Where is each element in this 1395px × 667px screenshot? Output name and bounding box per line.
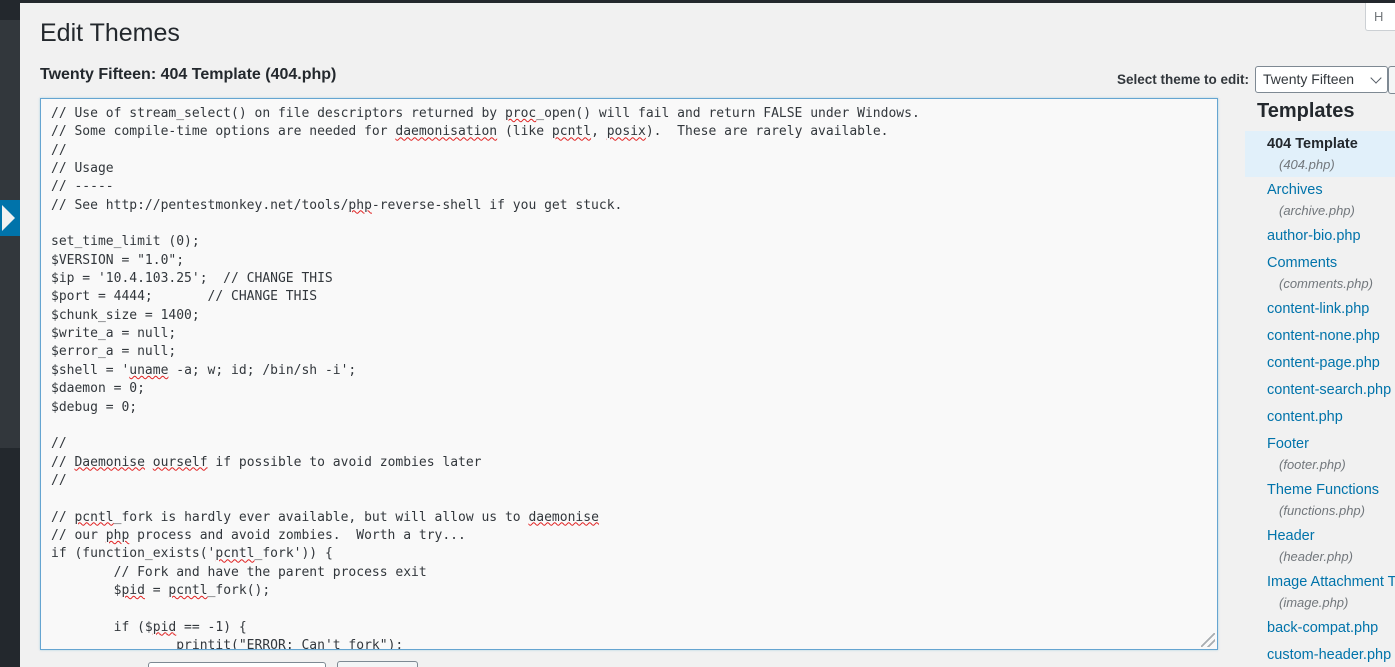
template-item-name[interactable]: custom-header.php: [1267, 645, 1391, 666]
template-item-name[interactable]: content-search.php: [1267, 380, 1391, 401]
file-editor-content: // Use of stream_select() on file descri…: [51, 106, 920, 650]
admin-rail-top-cap: [0, 0, 20, 20]
template-list-item[interactable]: Comments (comments.php): [1245, 250, 1395, 296]
theme-select-label: Select theme to edit:: [1117, 72, 1250, 87]
template-item-name[interactable]: content-link.php: [1267, 299, 1389, 320]
template-list-item[interactable]: Image Attachment Template (image.php): [1245, 569, 1395, 615]
theme-select-value: Twenty Fifteen: [1263, 71, 1355, 87]
templates-heading: Templates: [1257, 100, 1355, 122]
template-item-name[interactable]: Header: [1267, 526, 1389, 547]
theme-selector-group: Select theme to edit: Twenty Fifteen: [1117, 66, 1389, 93]
template-item-filename: (404.php): [1279, 157, 1335, 172]
admin-rail-lower-section: [0, 448, 20, 667]
template-item-name[interactable]: 404 Template: [1267, 134, 1389, 155]
documentation-lookup-input[interactable]: [148, 662, 326, 667]
template-list-item[interactable]: Theme Functions (functions.php): [1245, 477, 1395, 523]
template-item-name[interactable]: content-page.php: [1267, 353, 1389, 374]
page-title: Edit Themes: [40, 19, 180, 47]
template-list-item[interactable]: back-compat.php: [1245, 615, 1395, 642]
admin-bar: [0, 0, 1395, 3]
textarea-resize-handle[interactable]: [1201, 633, 1215, 647]
template-item-filename: (functions.php): [1279, 503, 1365, 518]
admin-rail-active-item[interactable]: [0, 200, 20, 236]
template-list-item[interactable]: content-link.php: [1245, 296, 1395, 323]
wordpress-theme-editor-screen: H Edit Themes Twenty Fifteen: 404 Templa…: [0, 0, 1395, 667]
template-list-item[interactable]: Archives (archive.php): [1245, 177, 1395, 223]
template-item-filename: (archive.php): [1279, 203, 1355, 218]
template-item-name[interactable]: content.php: [1267, 407, 1389, 428]
template-list-item[interactable]: Footer (footer.php): [1245, 431, 1395, 477]
template-item-name[interactable]: Footer: [1267, 434, 1389, 455]
help-tab-button[interactable]: H: [1365, 3, 1395, 31]
template-list-item[interactable]: 404 Template (404.php): [1245, 131, 1395, 177]
flyout-arrow-icon: [2, 205, 15, 231]
template-item-filename: (footer.php): [1279, 457, 1346, 472]
template-list-item[interactable]: content-search.php: [1245, 377, 1395, 404]
documentation-lookup-button[interactable]: [337, 661, 418, 667]
template-list-item[interactable]: content-page.php: [1245, 350, 1395, 377]
template-item-filename: (image.php): [1279, 595, 1349, 610]
select-theme-submit-button[interactable]: Select: [1388, 66, 1395, 94]
template-list-item[interactable]: content-none.php: [1245, 323, 1395, 350]
template-item-name[interactable]: Theme Functions: [1267, 480, 1389, 501]
template-list-item[interactable]: author-bio.php: [1245, 223, 1395, 250]
template-item-name[interactable]: Archives: [1267, 180, 1389, 201]
template-item-filename: (comments.php): [1279, 276, 1373, 291]
template-file-list: 404 Template (404.php) Archives (archive.ph…: [1245, 131, 1395, 667]
current-file-title: Twenty Fifteen: 404 Template (404.php): [40, 66, 337, 83]
template-item-name[interactable]: Comments: [1267, 253, 1389, 274]
template-item-name[interactable]: Image Attachment Template: [1267, 572, 1395, 593]
theme-select-dropdown[interactable]: Twenty Fifteen: [1255, 66, 1389, 93]
template-list-item[interactable]: custom-header.php: [1245, 642, 1395, 667]
template-item-name[interactable]: author-bio.php: [1267, 226, 1389, 247]
template-list-item[interactable]: content.php: [1245, 404, 1395, 431]
file-editor-textarea[interactable]: // Use of stream_select() on file descri…: [40, 98, 1218, 650]
templates-sidebar: Templates 404 Template (404.php) Archives (…: [1245, 98, 1395, 667]
template-list-item[interactable]: Header (header.php): [1245, 523, 1395, 569]
template-item-filename: (header.php): [1279, 549, 1353, 564]
template-item-name[interactable]: back-compat.php: [1267, 618, 1389, 639]
chevron-down-icon: [1370, 72, 1382, 84]
template-item-name[interactable]: content-none.php: [1267, 326, 1389, 347]
